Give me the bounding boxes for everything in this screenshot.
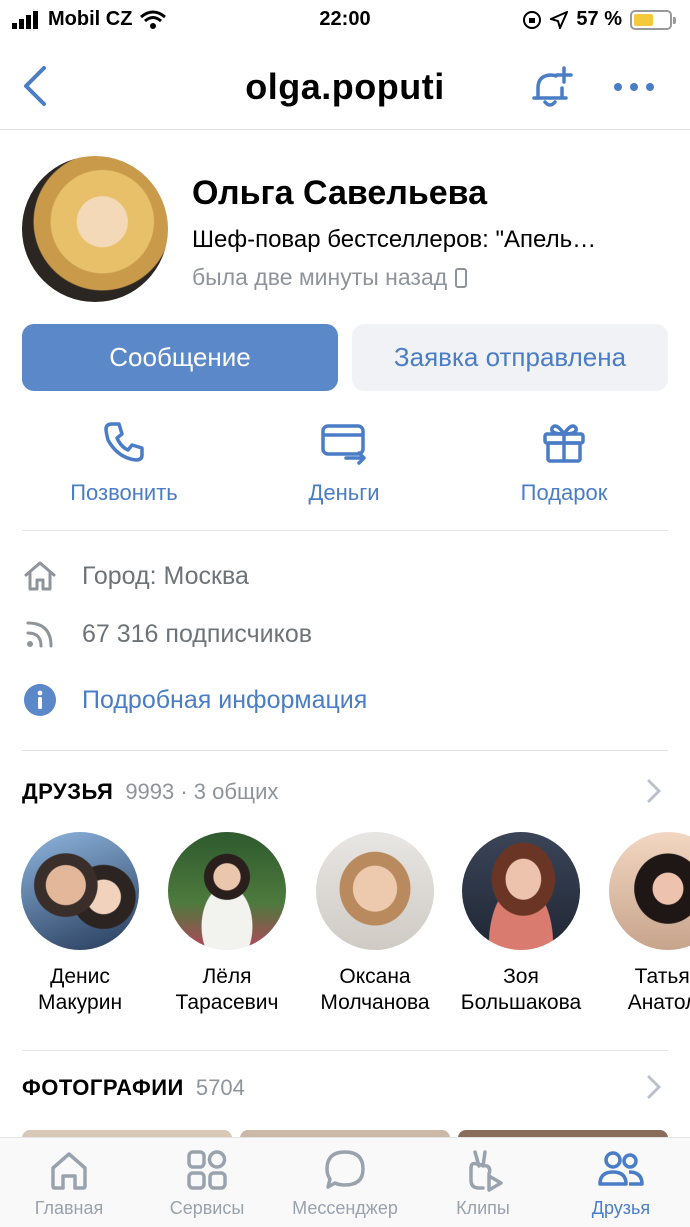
money-action[interactable]: Деньги	[254, 418, 434, 518]
info-icon	[22, 682, 58, 718]
location-icon	[550, 10, 569, 29]
friend-item[interactable]: Зоя Большакова	[451, 832, 591, 1016]
tab-home[interactable]: Главная	[0, 1148, 138, 1219]
friend-first-name: Оксана	[339, 965, 411, 988]
friend-last-name: Макурин	[37, 991, 123, 1014]
city-text: Город: Москва	[82, 561, 249, 590]
page-title: olga.poputi	[245, 66, 445, 107]
navigation-bar: olga.poputi	[0, 50, 690, 130]
tab-bar: Главная Сервисы Мессенджер Клипы Друзья	[0, 1137, 690, 1227]
friend-first-name: Лёля	[202, 965, 252, 988]
divider	[22, 1050, 668, 1051]
friend-last-name: Большакова	[460, 991, 582, 1014]
friend-first-name: Зоя	[503, 965, 539, 988]
details-link[interactable]: Подробная информация	[22, 680, 668, 720]
last-seen-text: была две минуты назад	[192, 264, 448, 290]
friend-last-name: Тарасевич	[175, 991, 279, 1014]
tab-label: Друзья	[591, 1198, 651, 1218]
orientation-lock-icon	[523, 10, 542, 29]
battery-percent: 57 %	[576, 8, 622, 30]
call-action[interactable]: Позвонить	[34, 418, 214, 518]
friend-last-name: Анатоль	[627, 991, 690, 1014]
friend-avatar	[462, 832, 580, 950]
friend-request-sent-button[interactable]: Заявка отправлена	[352, 324, 668, 391]
friends-count: 9993 · 3 общих	[125, 779, 279, 804]
battery-icon	[630, 9, 676, 30]
profile-status[interactable]: Шеф-повар бестселлеров: "Апель…	[192, 226, 662, 254]
friends-list: Денис Макурин Лёля Тарасевич Оксана Молч…	[0, 832, 690, 1022]
info-followers: 67 316 подписчиков	[22, 614, 668, 654]
photos-title: ФОТОГРАФИИ	[22, 1075, 184, 1100]
friend-first-name: Денис	[50, 965, 110, 988]
friend-avatar	[168, 832, 286, 950]
friend-item[interactable]: Денис Макурин	[10, 832, 150, 1016]
followers-rss-icon	[22, 616, 58, 652]
divider	[22, 530, 668, 531]
services-icon	[187, 1150, 227, 1190]
call-label: Позвонить	[70, 480, 178, 505]
home-icon	[51, 1152, 87, 1190]
divider	[22, 750, 668, 751]
chevron-right-icon	[647, 1075, 662, 1099]
friend-avatar	[21, 832, 139, 950]
photos-count: 5704	[195, 1075, 245, 1100]
status-bar: Mobil CZ 22:00 57 %	[0, 0, 690, 40]
tab-label: Сервисы	[169, 1198, 245, 1218]
friends-icon	[598, 1151, 644, 1186]
friend-avatar	[609, 832, 690, 950]
mobile-device-icon	[455, 267, 468, 288]
status-right: 57 %	[522, 8, 676, 31]
followers-text: 67 316 подписчиков	[82, 619, 313, 648]
home-icon	[22, 558, 58, 594]
friend-avatar	[316, 832, 434, 950]
phone-icon	[104, 422, 144, 462]
friends-section-header[interactable]: ДРУЗЬЯ 9993 · 3 общих	[22, 772, 668, 812]
friend-last-name: Молчанова	[320, 991, 430, 1014]
friend-first-name: Татьян	[634, 965, 690, 988]
subscribe-bell-icon[interactable]	[528, 64, 576, 112]
friend-item[interactable]: Лёля Тарасевич	[157, 832, 297, 1016]
tab-friends[interactable]: Друзья	[552, 1148, 690, 1219]
tab-clips[interactable]: Клипы	[414, 1148, 552, 1219]
profile-header: Ольга Савельева Шеф-повар бестселлеров: …	[22, 156, 672, 306]
more-options-icon[interactable]	[612, 72, 656, 102]
messenger-icon	[325, 1150, 365, 1189]
money-label: Деньги	[308, 480, 380, 505]
photos-section-header[interactable]: ФОТОГРАФИИ 5704	[22, 1068, 668, 1108]
friend-item[interactable]: Оксана Молчанова	[305, 832, 445, 1016]
money-transfer-icon	[321, 424, 366, 465]
last-seen: была две минуты назад	[192, 264, 468, 291]
chevron-right-icon	[647, 779, 662, 803]
details-link-text: Подробная информация	[82, 685, 368, 714]
info-city: Город: Москва	[22, 556, 668, 596]
profile-name: Ольга Савельева	[192, 174, 488, 212]
tab-label: Клипы	[456, 1198, 510, 1218]
tab-label: Главная	[34, 1198, 104, 1218]
friend-item[interactable]: Татьян Анатоль	[598, 832, 690, 1016]
profile-buttons: Сообщение Заявка отправлена	[22, 324, 668, 391]
quick-actions: Позвонить Деньги Подарок	[0, 418, 690, 518]
gift-label: Подарок	[520, 480, 608, 505]
tab-messenger[interactable]: Мессенджер	[276, 1148, 414, 1219]
tab-label: Мессенджер	[292, 1198, 398, 1218]
profile-avatar[interactable]	[22, 156, 168, 302]
tab-services[interactable]: Сервисы	[138, 1148, 276, 1219]
clips-icon	[469, 1150, 503, 1192]
gift-action[interactable]: Подарок	[474, 418, 654, 518]
friends-title: ДРУЗЬЯ	[22, 779, 114, 804]
gift-icon	[543, 424, 585, 463]
message-button[interactable]: Сообщение	[22, 324, 338, 391]
